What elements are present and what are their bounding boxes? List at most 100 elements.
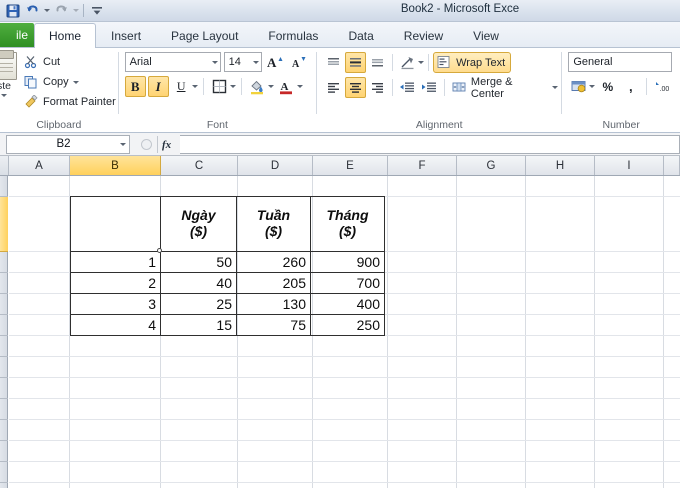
wrap-text-button[interactable]: Wrap Text: [433, 52, 512, 73]
table-cell-ngay-1[interactable]: 50: [160, 251, 237, 273]
row-header-13[interactable]: [0, 462, 8, 483]
merge-center-dropdown-icon[interactable]: [552, 86, 559, 89]
align-top-button[interactable]: [323, 52, 344, 73]
fill-color-dropdown-icon[interactable]: [267, 85, 274, 88]
cut-button[interactable]: Cut: [24, 53, 116, 71]
select-all-corner[interactable]: [0, 156, 9, 175]
grow-font-button[interactable]: A: [265, 52, 286, 72]
align-bottom-button[interactable]: [367, 52, 388, 73]
align-right-button[interactable]: [367, 77, 388, 98]
table-cell-label-2[interactable]: 2: [70, 272, 161, 294]
table-cell-ngay-3[interactable]: 25: [160, 293, 237, 315]
align-center-button[interactable]: [345, 77, 367, 98]
row-header-14[interactable]: [0, 483, 8, 488]
copy-button[interactable]: Copy: [24, 73, 116, 91]
table-cell-tuan-1[interactable]: 260: [236, 251, 311, 273]
increase-indent-button[interactable]: [419, 77, 440, 98]
column-header-e[interactable]: E: [313, 156, 388, 175]
font-name-dropdown-icon[interactable]: [211, 60, 218, 64]
italic-button[interactable]: I: [147, 76, 169, 97]
row-header-11[interactable]: [0, 420, 8, 441]
orientation-dropdown-icon[interactable]: [418, 61, 425, 64]
table-cell-tuan-3[interactable]: 130: [236, 293, 311, 315]
table-cell-tuan-4[interactable]: 75: [236, 314, 311, 336]
bold-button[interactable]: B: [124, 76, 146, 97]
row-header-3[interactable]: [0, 252, 8, 273]
name-box-dropdown-icon[interactable]: [120, 142, 126, 146]
row-header-9[interactable]: [0, 378, 8, 399]
row-header-6[interactable]: [0, 315, 8, 336]
fill-color-button[interactable]: [247, 76, 268, 97]
borders-button[interactable]: [209, 76, 230, 97]
format-painter-button[interactable]: Format Painter: [24, 93, 116, 111]
paste-button[interactable]: ste: [0, 50, 24, 97]
font-color-button[interactable]: A: [276, 76, 297, 97]
cells-area[interactable]: Ngày ($) Tuần ($) Tháng ($) 1 50 260 900…: [9, 176, 680, 488]
tab-insert[interactable]: Insert: [96, 23, 156, 47]
column-header-g[interactable]: G: [457, 156, 526, 175]
underline-dropdown-icon[interactable]: [191, 85, 198, 88]
comma-format-button[interactable]: ,: [620, 76, 641, 97]
table-header-ngay[interactable]: Ngày ($): [160, 196, 237, 252]
fill-handle[interactable]: [157, 248, 162, 253]
table-cell-label-3[interactable]: 3: [70, 293, 161, 315]
table-cell-label-4[interactable]: 4: [70, 314, 161, 336]
font-size-dropdown-icon[interactable]: [252, 60, 259, 64]
increase-decimal-button[interactable]: .00: [652, 76, 673, 97]
number-format-combo[interactable]: General: [568, 52, 673, 72]
shrink-font-button[interactable]: A: [289, 52, 310, 72]
table-cell-thang-3[interactable]: 400: [310, 293, 385, 315]
align-middle-button[interactable]: [345, 52, 367, 73]
row-header-2[interactable]: [0, 197, 8, 252]
table-cell-thang-1[interactable]: 900: [310, 251, 385, 273]
tab-review[interactable]: Review: [389, 23, 458, 47]
column-header-c[interactable]: C: [161, 156, 238, 175]
row-header-10[interactable]: [0, 399, 8, 420]
data-table[interactable]: Ngày ($) Tuần ($) Tháng ($) 1 50 260 900…: [70, 196, 385, 336]
table-cell-thang-4[interactable]: 250: [310, 314, 385, 336]
table-cell-thang-2[interactable]: 700: [310, 272, 385, 294]
row-header-4[interactable]: [0, 273, 8, 294]
table-cell-ngay-2[interactable]: 40: [160, 272, 237, 294]
font-color-dropdown-icon[interactable]: [296, 85, 303, 88]
column-header-d[interactable]: D: [238, 156, 313, 175]
column-header-b[interactable]: B: [70, 156, 161, 175]
decrease-indent-button[interactable]: [397, 77, 418, 98]
column-header-h[interactable]: H: [526, 156, 595, 175]
tab-data[interactable]: Data: [333, 23, 388, 47]
accounting-format-button[interactable]: [568, 76, 589, 97]
copy-dropdown-icon[interactable]: [72, 80, 79, 84]
table-cell-label-1[interactable]: 1: [70, 251, 161, 273]
percent-format-button[interactable]: %: [597, 76, 618, 97]
table-cell-tuan-2[interactable]: 205: [236, 272, 311, 294]
font-name-combo[interactable]: Arial: [124, 52, 221, 72]
tab-formulas[interactable]: Formulas: [253, 23, 333, 47]
row-header-5[interactable]: [0, 294, 8, 315]
tab-view[interactable]: View: [458, 23, 514, 47]
row-header-1[interactable]: [0, 176, 8, 197]
insert-function-icon[interactable]: fx: [158, 135, 180, 154]
orientation-button[interactable]: [397, 52, 418, 73]
align-left-button[interactable]: [323, 77, 344, 98]
column-header-i[interactable]: I: [595, 156, 664, 175]
merge-center-button[interactable]: Merge & Center: [449, 76, 561, 100]
row-header-12[interactable]: [0, 441, 8, 462]
tab-page-layout[interactable]: Page Layout: [156, 23, 253, 47]
row-header-7[interactable]: [0, 336, 8, 357]
tab-file[interactable]: ile: [0, 23, 34, 47]
column-header-a[interactable]: A: [9, 156, 70, 175]
paste-dropdown-icon[interactable]: [1, 94, 7, 97]
font-size-combo[interactable]: 14: [223, 52, 262, 72]
column-header-j-partial[interactable]: [664, 156, 680, 175]
table-cell-ngay-4[interactable]: 15: [160, 314, 237, 336]
accounting-dropdown-icon[interactable]: [589, 85, 596, 88]
table-cell-b2-blank[interactable]: [70, 196, 161, 252]
table-header-tuan[interactable]: Tuần ($): [236, 196, 311, 252]
name-box[interactable]: B2: [6, 134, 130, 154]
formula-input[interactable]: [180, 134, 680, 154]
tab-home[interactable]: Home: [34, 23, 97, 48]
underline-button[interactable]: U: [171, 76, 192, 97]
row-header-8[interactable]: [0, 357, 8, 378]
borders-dropdown-icon[interactable]: [229, 85, 236, 88]
column-header-f[interactable]: F: [388, 156, 457, 175]
